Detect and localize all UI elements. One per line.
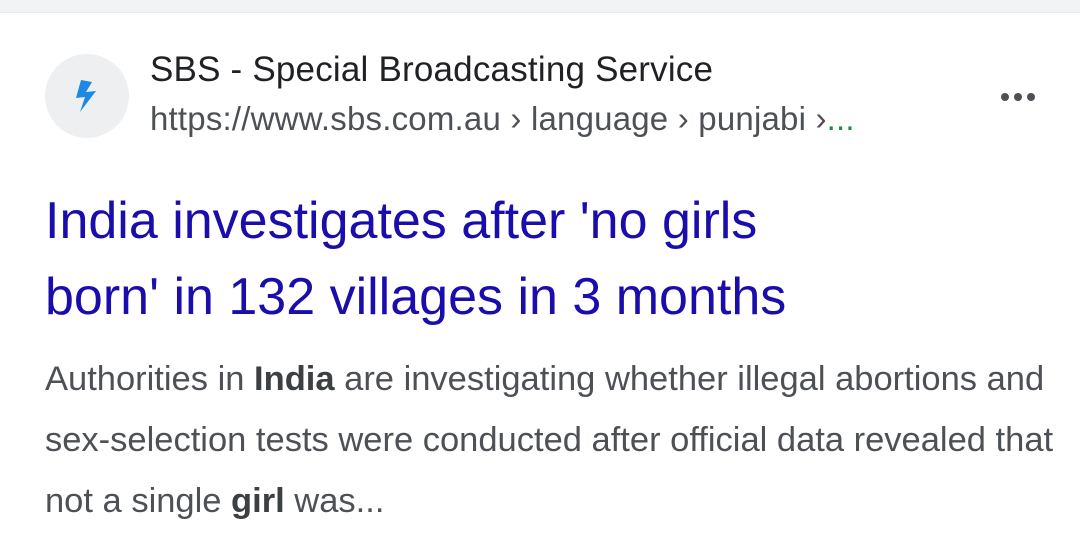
url-ellipsis: ... xyxy=(826,100,855,137)
sbs-logo-icon xyxy=(76,80,96,112)
title-line-1: India investigates after 'no girls xyxy=(45,192,758,250)
result-title-link[interactable]: India investigates after 'no girls born' … xyxy=(45,183,1045,335)
snippet-text-1: Authorities in xyxy=(45,360,255,398)
snippet-highlight-girl: girl xyxy=(231,482,285,520)
top-divider-strip xyxy=(0,0,1080,13)
more-options-button[interactable] xyxy=(990,77,1046,117)
site-favicon[interactable] xyxy=(45,54,129,138)
url-breadcrumb: https://www.sbs.com.au › language › punj… xyxy=(150,100,827,137)
title-line-2: born' in 132 villages in 3 months xyxy=(45,268,787,326)
snippet-text-3: was... xyxy=(284,482,385,520)
search-result-card: SBS - Special Broadcasting Service https… xyxy=(0,13,1080,555)
result-snippet: Authorities in India are investigating w… xyxy=(45,349,1055,532)
more-vert-icon xyxy=(1001,93,1009,101)
site-name[interactable]: SBS - Special Broadcasting Service xyxy=(150,49,713,91)
site-url[interactable]: https://www.sbs.com.au › language › punj… xyxy=(150,98,855,140)
snippet-highlight-india: India xyxy=(254,360,335,398)
